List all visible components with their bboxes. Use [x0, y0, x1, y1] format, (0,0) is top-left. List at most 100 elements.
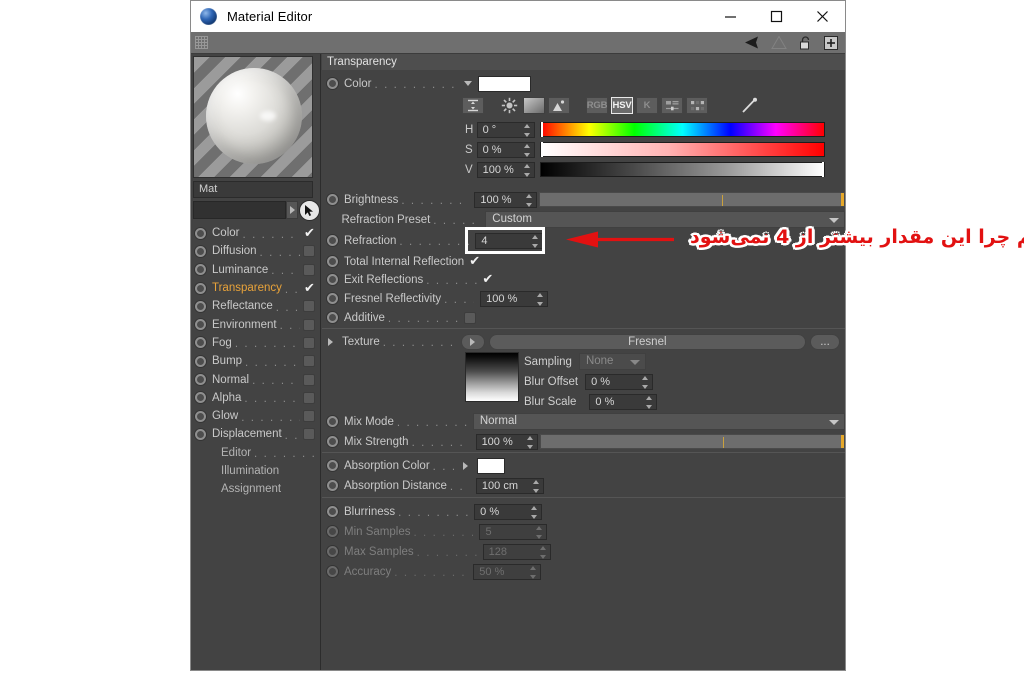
total-internal-reflection-radio[interactable]	[327, 256, 338, 267]
channel-checkbox-checked[interactable]: ✔	[303, 281, 316, 295]
material-name-field[interactable]: Mat	[193, 181, 313, 198]
gradient-icon[interactable]	[523, 97, 545, 114]
rgb-mode-button[interactable]: RGB	[586, 97, 608, 114]
channel-radio[interactable]	[195, 264, 206, 276]
channel-checkbox[interactable]	[303, 355, 315, 368]
blur-offset-field[interactable]: 0 %	[585, 373, 654, 390]
subchannel-item-assignment[interactable]: Assignment	[191, 480, 321, 498]
channel-radio[interactable]	[195, 282, 206, 294]
spinner-icon[interactable]	[536, 292, 544, 306]
channel-item-normal[interactable]: Normal. . . . . . . . . . . . . . . . . …	[191, 370, 321, 388]
k-mode-button[interactable]: K	[636, 97, 658, 114]
texture-browse-button[interactable]: ...	[810, 333, 840, 350]
channel-checkbox[interactable]	[303, 263, 315, 276]
blurriness-field[interactable]: 0 %	[474, 503, 543, 520]
mixer-icon[interactable]	[661, 97, 683, 114]
spinner-icon[interactable]	[525, 193, 533, 207]
close-button[interactable]	[799, 1, 845, 32]
channel-item-transparency[interactable]: Transparency. . . . . . . . . . . . . . …	[191, 279, 321, 297]
plus-box-icon[interactable]	[821, 35, 841, 51]
channel-item-glow[interactable]: Glow. . . . . . . . . . . . . . . . . . …	[191, 407, 321, 425]
channel-checkbox[interactable]	[303, 300, 315, 313]
exit-reflections-checkbox[interactable]: ✔	[481, 272, 494, 286]
spinner-icon[interactable]	[523, 143, 531, 157]
brightness-field[interactable]: 100 %	[474, 191, 537, 208]
chevron-down-icon[interactable]	[464, 81, 473, 86]
range-icon[interactable]	[462, 97, 484, 114]
channel-item-bump[interactable]: Bump. . . . . . . . . . . . . . . . . . …	[191, 352, 321, 370]
sampling-dropdown[interactable]: None	[578, 353, 646, 370]
absorption-color-swatch[interactable]	[476, 457, 505, 474]
fresnel-reflectivity-field[interactable]: 100 %	[480, 290, 549, 307]
channel-item-reflectance[interactable]: Reflectance. . . . . . . . . . . . . . .…	[191, 297, 321, 315]
channel-checkbox[interactable]	[303, 336, 315, 349]
mix-mode-radio[interactable]	[327, 416, 338, 427]
blurriness-radio[interactable]	[327, 506, 338, 517]
absorption-distance-radio[interactable]	[327, 480, 338, 491]
channel-radio[interactable]	[195, 410, 206, 422]
channel-checkbox[interactable]	[303, 318, 315, 331]
mix-strength-radio[interactable]	[327, 436, 338, 447]
additive-radio[interactable]	[327, 312, 338, 323]
search-input[interactable]	[193, 201, 286, 219]
channel-checkbox[interactable]	[303, 410, 315, 423]
channel-checkbox[interactable]	[303, 428, 315, 441]
drag-grip[interactable]	[195, 36, 208, 49]
channel-item-diffusion[interactable]: Diffusion. . . . . . . . . . . . . . . .…	[191, 242, 321, 260]
material-preview[interactable]	[193, 56, 313, 178]
channel-item-environment[interactable]: Environment. . . . . . . . . . . . . . .…	[191, 315, 321, 333]
mix-mode-dropdown[interactable]: Normal	[472, 413, 845, 430]
swatches-icon[interactable]	[686, 97, 708, 114]
channel-item-luminance[interactable]: Luminance. . . . . . . . . . . . . . . .…	[191, 261, 321, 279]
channel-radio[interactable]	[195, 245, 206, 257]
absorption-distance-field[interactable]: 100 cm	[475, 477, 544, 494]
mix-strength-slider[interactable]	[539, 434, 845, 449]
mix-strength-field[interactable]: 100 %	[475, 433, 538, 450]
channel-radio[interactable]	[195, 319, 206, 331]
hsv-s-colorbar[interactable]	[539, 142, 825, 157]
spinner-icon[interactable]	[645, 395, 653, 409]
spinner-icon[interactable]	[641, 375, 649, 389]
color-wheel-icon[interactable]	[498, 97, 520, 114]
maximize-button[interactable]	[753, 1, 799, 32]
exit-reflections-radio[interactable]	[327, 274, 338, 285]
absorption-color-radio[interactable]	[327, 460, 338, 471]
channel-checkbox[interactable]	[303, 245, 315, 258]
eyedropper-icon[interactable]	[738, 97, 760, 114]
brightness-slider[interactable]	[538, 192, 845, 207]
forward-triangle-icon[interactable]	[769, 35, 789, 51]
additive-checkbox[interactable]	[463, 311, 476, 324]
channel-radio[interactable]	[195, 337, 206, 349]
subchannel-item-illumination[interactable]: Illumination	[191, 462, 321, 480]
hsv-s-field[interactable]: 0 %	[476, 141, 535, 158]
spinner-icon[interactable]	[526, 435, 534, 449]
colorbar-handle[interactable]	[540, 122, 543, 137]
color-swatch[interactable]	[478, 75, 532, 92]
channel-radio[interactable]	[195, 428, 206, 440]
chevron-right-icon[interactable]	[462, 461, 468, 470]
fresnel-reflectivity-radio[interactable]	[327, 293, 338, 304]
hsv-mode-button[interactable]: HSV	[611, 97, 633, 114]
spinner-icon[interactable]	[523, 163, 531, 177]
refraction-radio[interactable]	[327, 235, 338, 246]
spinner-icon[interactable]	[530, 505, 538, 519]
image-icon[interactable]	[548, 97, 570, 114]
channel-checkbox-checked[interactable]: ✔	[303, 226, 316, 240]
cursor-arrow-icon[interactable]	[299, 200, 320, 221]
colorbar-handle[interactable]	[821, 162, 824, 177]
color-radio[interactable]	[327, 78, 338, 89]
channel-radio[interactable]	[195, 355, 206, 367]
channel-checkbox[interactable]	[303, 391, 315, 404]
blur-scale-field[interactable]: 0 %	[589, 393, 658, 410]
channel-item-alpha[interactable]: Alpha. . . . . . . . . . . . . . . . . .…	[191, 389, 321, 407]
hsv-v-field[interactable]: 100 %	[476, 161, 535, 178]
texture-name-field[interactable]: Fresnel	[488, 333, 806, 350]
channel-item-fog[interactable]: Fog. . . . . . . . . . . . . . . . . . .…	[191, 334, 321, 352]
channel-radio[interactable]	[195, 227, 206, 239]
channel-checkbox[interactable]	[303, 373, 315, 386]
channel-item-color[interactable]: Color. . . . . . . . . . . . . . . . . .…	[191, 224, 321, 242]
search-dropdown-button[interactable]	[286, 201, 298, 219]
spinner-icon[interactable]	[532, 479, 540, 493]
colorbar-handle[interactable]	[540, 142, 543, 157]
texture-menu-button[interactable]	[460, 333, 485, 350]
